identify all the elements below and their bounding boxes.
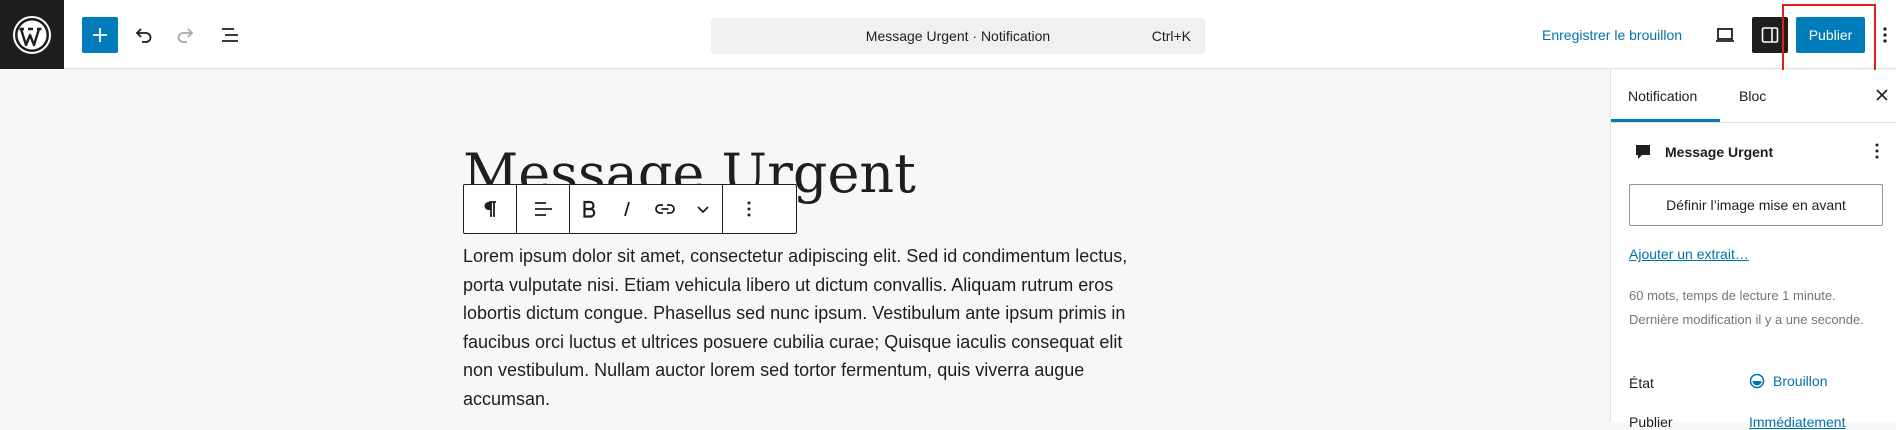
set-featured-image-button[interactable]: Définir l’image mise en avant (1629, 184, 1883, 226)
paragraph-icon (484, 201, 496, 217)
speech-bubble-icon (1633, 142, 1653, 167)
tab-notification[interactable]: Notification (1628, 88, 1697, 104)
italic-button[interactable] (608, 185, 646, 233)
post-meta-info: 60 mots, temps de lecture 1 minute. Dern… (1629, 286, 1879, 334)
alignment-group (517, 185, 570, 233)
add-excerpt-link[interactable]: Ajouter un extrait… (1629, 246, 1749, 262)
paragraph-block[interactable]: Lorem ipsum dolor sit amet, consectetur … (463, 242, 1143, 414)
plus-icon (93, 28, 107, 42)
undo-icon (135, 28, 152, 43)
publish-date-label: Publier (1629, 414, 1673, 430)
list-view-icon (222, 28, 238, 42)
sidebar-toggle-icon (1761, 27, 1779, 43)
more-vertical-icon (1883, 27, 1887, 43)
preview-button[interactable] (1707, 17, 1743, 53)
more-vertical-icon (1875, 143, 1879, 159)
formatting-group (570, 185, 723, 233)
redo-button[interactable] (168, 17, 204, 53)
command-shortcut: Ctrl+K (1151, 28, 1191, 44)
settings-sidebar: Notification Bloc Message Urgent Définir… (1610, 70, 1896, 430)
more-vertical-icon (747, 201, 751, 217)
bold-button[interactable] (570, 185, 608, 233)
status-toggle[interactable]: Brouillon (1749, 373, 1827, 389)
link-icon (655, 204, 675, 214)
editor-canvas[interactable]: Message Urgent Lorem ipsum dolor sit ame… (0, 70, 1610, 422)
add-block-button[interactable] (82, 17, 118, 53)
link-button[interactable] (646, 185, 684, 233)
block-type-group (464, 185, 517, 233)
block-options-group (723, 185, 775, 233)
redo-icon (177, 28, 194, 43)
undo-button[interactable] (125, 17, 161, 53)
more-formatting-button[interactable] (684, 185, 722, 233)
block-options-button[interactable] (723, 185, 775, 233)
post-actions-button[interactable] (1869, 140, 1885, 162)
options-button[interactable] (1878, 17, 1892, 53)
list-view-button[interactable] (212, 17, 248, 53)
sidebar-tabs: Notification Bloc (1611, 70, 1896, 123)
editor-header: Message Urgent · Notification Ctrl+K Enr… (0, 0, 1896, 76)
close-icon (1876, 89, 1888, 101)
status-label: État (1629, 375, 1654, 391)
command-palette-bar[interactable]: Message Urgent · Notification Ctrl+K (711, 18, 1205, 54)
wordpress-logo-icon[interactable] (0, 0, 64, 69)
active-tab-indicator (1611, 119, 1720, 122)
document-title: Message Urgent · Notification (865, 28, 1051, 44)
laptop-icon (1716, 28, 1734, 42)
tab-bloc[interactable]: Bloc (1739, 88, 1766, 104)
italic-icon (624, 201, 630, 217)
publish-date-value[interactable]: Immédiatement (1749, 414, 1845, 430)
draft-status-icon (1749, 373, 1765, 389)
chevron-down-icon (697, 206, 709, 214)
save-draft-button[interactable]: Enregistrer le brouillon (1542, 27, 1682, 43)
close-sidebar-button[interactable] (1873, 86, 1891, 104)
reading-info: 60 mots, temps de lecture 1 minute. (1629, 288, 1836, 303)
publish-highlight-box (1782, 4, 1876, 76)
bold-icon (583, 200, 596, 218)
last-modified: Dernière modification il y a une seconde… (1629, 312, 1864, 327)
block-toolbar (463, 184, 797, 234)
align-button[interactable] (517, 185, 569, 233)
block-type-button[interactable] (464, 185, 516, 233)
align-left-icon (535, 202, 552, 216)
sidebar-post-title: Message Urgent (1665, 144, 1774, 160)
status-value: Brouillon (1773, 373, 1828, 389)
